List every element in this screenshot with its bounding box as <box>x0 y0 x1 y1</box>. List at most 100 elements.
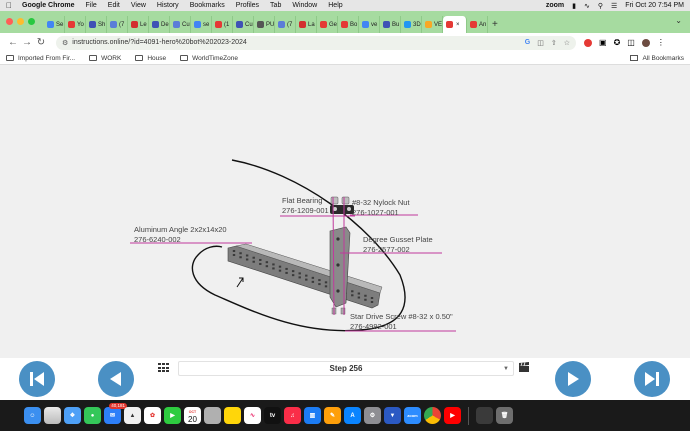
tab[interactable]: Bo <box>338 16 359 33</box>
contacts-icon[interactable] <box>204 407 221 424</box>
tab[interactable]: (7 <box>107 16 128 33</box>
menu-tab[interactable]: Tab <box>270 2 281 9</box>
tab[interactable]: (7 <box>275 16 296 33</box>
last-step-button[interactable] <box>634 361 670 397</box>
bookmark-folder-imported[interactable]: Imported From Fir... <box>6 55 75 62</box>
tab[interactable]: Le <box>128 16 149 33</box>
site-info-icon[interactable]: ⚙ <box>62 39 68 47</box>
back-icon[interactable]: ← <box>6 37 20 48</box>
tab[interactable]: Cu <box>170 16 191 33</box>
tab[interactable]: Sh <box>86 16 107 33</box>
downloads-icon[interactable] <box>476 407 493 424</box>
menu-window[interactable]: Window <box>292 2 317 9</box>
close-window-button[interactable] <box>6 18 13 25</box>
tab[interactable]: VE <box>422 16 443 33</box>
system-settings-icon[interactable]: ⚙ <box>364 407 381 424</box>
all-bookmarks-button[interactable]: All Bookmarks <box>630 55 684 62</box>
apple-icon[interactable]:  <box>6 1 12 10</box>
tab[interactable]: An <box>467 16 488 33</box>
chevron-down-icon[interactable]: ⌄ <box>675 16 682 25</box>
finder-icon[interactable]: ☺ <box>24 407 41 424</box>
zoom-window-button[interactable] <box>28 18 35 25</box>
menu-file[interactable]: File <box>86 2 97 9</box>
tab[interactable]: De <box>149 16 170 33</box>
messages-icon[interactable]: ● <box>84 407 101 424</box>
tab[interactable]: Cu <box>233 16 254 33</box>
tab[interactable]: PU <box>254 16 275 33</box>
folder-icon <box>6 55 14 61</box>
music-icon[interactable]: ♫ <box>284 407 301 424</box>
tab[interactable]: La <box>296 16 317 33</box>
wifi-icon[interactable]: ∿ <box>584 2 590 10</box>
tab[interactable]: se <box>191 16 212 33</box>
step-select[interactable]: Step 256 ▼ <box>178 361 514 376</box>
bookmark-folder-house[interactable]: House <box>135 55 166 62</box>
menu-profiles[interactable]: Profiles <box>236 2 259 9</box>
tab-favicon-icon <box>320 21 327 28</box>
spotlight-icon[interactable]: ⚲ <box>598 2 603 10</box>
keynote-icon[interactable]: ▥ <box>304 407 321 424</box>
chrome-menu-icon[interactable]: ⋮ <box>657 38 665 47</box>
step-grid-icon[interactable] <box>158 363 170 373</box>
chrome-icon[interactable] <box>424 407 441 424</box>
assembly-diagram[interactable] <box>0 65 690 358</box>
menu-view[interactable]: View <box>131 2 146 9</box>
menu-bookmarks[interactable]: Bookmarks <box>190 2 225 9</box>
url-text[interactable]: instructions.online/?id=4091-hero%20bot%… <box>72 39 247 46</box>
trash-icon[interactable]: 🗑 <box>496 407 513 424</box>
tab[interactable]: ve <box>359 16 380 33</box>
launchpad-icon[interactable] <box>44 407 61 424</box>
tab[interactable]: Bu <box>380 16 401 33</box>
extension-red-icon[interactable] <box>584 38 592 47</box>
youtube-icon[interactable]: ▶ <box>444 407 461 424</box>
bookmark-worldtimezone[interactable]: WorldTimeZone <box>180 55 238 62</box>
battery-icon[interactable]: ▮ <box>572 2 576 10</box>
pages-icon[interactable]: ✎ <box>324 407 341 424</box>
google-lens-icon[interactable]: G <box>525 39 530 47</box>
extensions-puzzle-icon[interactable]: ✪ <box>614 38 621 47</box>
close-tab-icon[interactable]: × <box>456 22 460 28</box>
side-panel-icon[interactable]: ◫ <box>627 38 635 47</box>
video-clapper-icon[interactable] <box>518 362 530 373</box>
tab-list: Se Yo Sh (7 Le De Cu se (1 Cu PU (7 La Ge Bo ve Bu 3D VE × A… <box>44 16 488 33</box>
new-tab-icon[interactable]: + <box>492 19 498 30</box>
first-step-button[interactable] <box>19 361 55 397</box>
apple-tv-icon[interactable]: tv <box>264 407 281 424</box>
menubar-datetime[interactable]: Fri Oct 20 7:54 PM <box>625 2 684 9</box>
tab[interactable]: Se <box>44 16 65 33</box>
zoom-app-icon[interactable]: zoom <box>404 407 421 424</box>
next-step-button[interactable] <box>555 361 591 397</box>
safari-icon[interactable]: ❖ <box>64 407 81 424</box>
freeform-icon[interactable]: ∿ <box>244 407 261 424</box>
extension-dark-icon[interactable]: ▣ <box>599 38 607 47</box>
tab[interactable]: (1 <box>212 16 233 33</box>
photos-icon[interactable]: ✿ <box>144 407 161 424</box>
tab-active[interactable]: × <box>443 16 467 33</box>
facetime-icon[interactable]: ▶ <box>164 407 181 424</box>
profile-avatar[interactable] <box>641 38 650 47</box>
tab[interactable]: 3D <box>401 16 422 33</box>
control-center-icon[interactable]: ☰ <box>611 2 617 10</box>
menu-app-name[interactable]: Google Chrome <box>22 2 75 9</box>
address-bar[interactable]: ⚙ instructions.online/?id=4091-hero%20bo… <box>56 35 576 50</box>
minimize-window-button[interactable] <box>17 18 24 25</box>
notes-icon[interactable] <box>224 407 241 424</box>
forward-icon[interactable]: → <box>20 37 34 48</box>
menu-history[interactable]: History <box>157 2 179 9</box>
vpn-icon[interactable]: ▼ <box>384 407 401 424</box>
zoom-status-label[interactable]: zoom <box>546 2 564 9</box>
calendar-icon[interactable]: OCT 20 <box>184 407 201 424</box>
previous-step-button[interactable] <box>98 361 134 397</box>
tab[interactable]: Ge <box>317 16 338 33</box>
menu-help[interactable]: Help <box>328 2 342 9</box>
reload-icon[interactable]: ↻ <box>34 37 48 48</box>
translate-icon[interactable]: ◫ <box>537 39 544 47</box>
tab[interactable]: Yo <box>65 16 86 33</box>
bookmark-folder-work[interactable]: WORK <box>89 55 121 62</box>
mail-icon[interactable]: ✉ 40,181 <box>104 403 127 424</box>
menu-edit[interactable]: Edit <box>108 2 120 9</box>
maps-icon[interactable]: ▲ <box>124 407 141 424</box>
share-icon[interactable]: ⇧ <box>551 39 557 47</box>
bookmark-star-icon[interactable]: ☆ <box>564 39 570 47</box>
app-store-icon[interactable]: A <box>344 407 361 424</box>
